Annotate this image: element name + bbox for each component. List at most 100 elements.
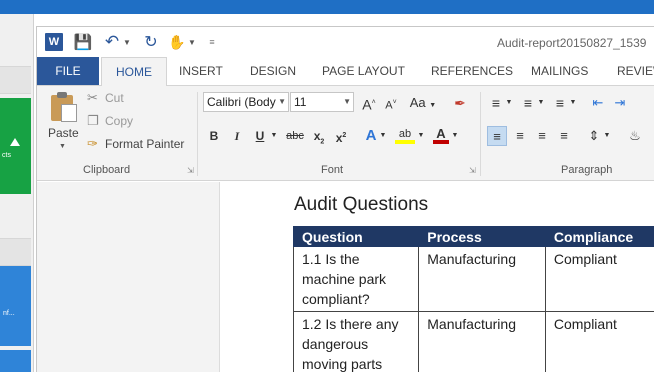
table-header-compliance[interactable]: Compliance xyxy=(544,226,654,247)
paste-icon[interactable] xyxy=(51,92,77,122)
chevron-down-icon: ▼ xyxy=(343,97,351,106)
bullets-dropdown-icon[interactable]: ▼ xyxy=(505,93,513,113)
bold-button[interactable]: B xyxy=(207,126,221,146)
line-spacing-icon[interactable]: ⇕ xyxy=(585,126,603,146)
tab-review[interactable]: REVIEW xyxy=(617,57,654,85)
underline-dropdown-icon[interactable]: ▼ xyxy=(269,126,279,146)
customize-qat-icon[interactable]: ≡ xyxy=(207,33,217,51)
table-row: 1.2 Is there any dangerous moving parts … xyxy=(292,311,654,372)
top-blue-strip xyxy=(0,0,654,14)
save-icon[interactable]: 💾 xyxy=(74,33,93,51)
underline-button[interactable]: U xyxy=(253,126,267,146)
numbering-dropdown-icon[interactable]: ▼ xyxy=(537,93,545,113)
italic-button[interactable]: I xyxy=(230,126,244,146)
tab-file[interactable]: FILE xyxy=(37,57,99,85)
cut-button[interactable]: ✂ Cut xyxy=(87,89,124,107)
touch-mode-icon[interactable]: ✋ xyxy=(168,33,185,51)
tab-insert[interactable]: INSERT xyxy=(179,57,223,85)
font-size-value: 11 xyxy=(294,95,307,109)
decrease-indent-icon[interactable]: ⇤ xyxy=(589,93,607,113)
background-blue-tile[interactable]: nf... xyxy=(0,266,31,346)
format-painter-button[interactable]: ✑ Format Painter xyxy=(87,135,184,153)
grow-font-button[interactable]: A˄ xyxy=(361,93,377,113)
highlight-dropdown-icon[interactable]: ▼ xyxy=(417,126,425,146)
tab-home[interactable]: HOME xyxy=(101,57,167,86)
paste-button[interactable]: Paste xyxy=(48,126,79,140)
align-left-icon[interactable]: ≡ xyxy=(487,126,507,146)
background-blue-tile-2[interactable] xyxy=(0,350,31,372)
table-cell-compliance[interactable]: Compliant xyxy=(544,311,654,372)
title-bar: W 💾 ↶ ▼ ↻ ✋ ▼ ≡ Audit-report20150827_153… xyxy=(37,27,654,57)
vertical-margin-area xyxy=(37,182,220,372)
change-case-button[interactable]: Aa ▼ xyxy=(409,93,437,113)
font-color-button[interactable]: A xyxy=(433,126,449,144)
blue-tile-label: nf... xyxy=(3,310,15,317)
line-spacing-dropdown-icon[interactable]: ▼ xyxy=(603,126,611,146)
text-effects-dropdown-icon[interactable]: ▼ xyxy=(379,126,387,146)
table-cell-question[interactable]: 1.2 Is there any dangerous moving parts xyxy=(292,311,420,372)
chevron-down-icon: ▼ xyxy=(278,97,286,106)
strikethrough-button[interactable]: abc xyxy=(285,126,305,146)
shading-icon[interactable]: ♨ xyxy=(625,126,645,146)
cut-label: Cut xyxy=(105,91,124,105)
justify-icon[interactable]: ≡ xyxy=(555,126,573,146)
touch-dropdown-icon[interactable]: ▼ xyxy=(188,33,196,51)
font-group-label: Font xyxy=(321,164,344,176)
table-cell-process[interactable]: Manufacturing xyxy=(418,246,546,312)
background-app-panel: cts nf... xyxy=(0,14,34,372)
font-name-select[interactable]: Calibri (Body ▼ xyxy=(203,92,289,112)
highlight-button[interactable]: ab xyxy=(395,126,415,144)
undo-icon[interactable]: ↶ xyxy=(103,32,121,51)
word-app-icon[interactable]: W xyxy=(45,33,63,51)
clear-formatting-icon[interactable]: ✒ xyxy=(451,93,469,113)
copy-button[interactable]: ❐ Copy xyxy=(87,112,133,130)
document-page[interactable]: Audit Questions Question Process Complia… xyxy=(221,182,654,372)
text-effects-button[interactable]: A xyxy=(363,126,379,146)
format-painter-label: Format Painter xyxy=(105,137,185,151)
background-grey-band xyxy=(0,66,31,94)
tab-mailings[interactable]: MAILINGS xyxy=(531,57,588,85)
font-launcher-icon[interactable]: ⇲ xyxy=(469,166,476,175)
tab-page-layout[interactable]: PAGE LAYOUT xyxy=(322,57,405,85)
align-right-icon[interactable]: ≡ xyxy=(533,126,551,146)
increase-indent-icon[interactable]: ⇥ xyxy=(611,93,629,113)
word-window: W 💾 ↶ ▼ ↻ ✋ ▼ ≡ Audit-report20150827_153… xyxy=(36,26,654,372)
paintbrush-icon: ✑ xyxy=(87,136,98,151)
copy-icon: ❐ xyxy=(87,113,99,128)
shrink-font-button[interactable]: A˅ xyxy=(383,93,399,113)
up-arrow-icon xyxy=(10,138,20,146)
align-center-icon[interactable]: ≡ xyxy=(511,126,529,146)
font-size-select[interactable]: 11 ▼ xyxy=(290,92,354,112)
subscript-button[interactable]: x2 xyxy=(311,126,327,146)
table-header-process[interactable]: Process xyxy=(418,226,546,247)
ribbon-tabs: FILE HOME INSERT DESIGN PAGE LAYOUT REFE… xyxy=(37,57,654,86)
font-color-dropdown-icon[interactable]: ▼ xyxy=(451,126,459,146)
redo-icon[interactable]: ↻ xyxy=(143,33,159,51)
copy-label: Copy xyxy=(105,114,134,128)
paste-dropdown-icon[interactable]: ▼ xyxy=(59,143,66,150)
tab-references[interactable]: REFERENCES xyxy=(431,57,513,85)
multilevel-list-icon[interactable]: ≡ xyxy=(551,93,569,113)
bullets-icon[interactable]: ≡ xyxy=(487,93,505,113)
numbering-icon[interactable]: ≡ xyxy=(519,93,537,113)
audit-table[interactable]: Question Process Compliance 1.1 Is the m… xyxy=(292,226,654,372)
paragraph-group-label: Paragraph xyxy=(561,164,613,176)
font-name-value: Calibri (Body xyxy=(207,95,276,109)
group-separator xyxy=(197,92,198,176)
table-row: 1.1 Is the machine park compliant? Manuf… xyxy=(292,246,654,312)
table-header-question[interactable]: Question xyxy=(292,226,420,247)
green-tile-label: cts xyxy=(2,152,11,159)
clipboard-launcher-icon[interactable]: ⇲ xyxy=(187,166,194,175)
background-grey-band-2 xyxy=(0,238,31,266)
table-cell-compliance[interactable]: Compliant xyxy=(544,246,654,312)
table-cell-process[interactable]: Manufacturing xyxy=(418,311,546,372)
document-title: Audit-report20150827_1539 xyxy=(497,36,647,50)
table-cell-question[interactable]: 1.1 Is the machine park compliant? xyxy=(292,246,420,312)
document-heading[interactable]: Audit Questions xyxy=(294,194,428,216)
background-green-tile[interactable]: cts xyxy=(0,98,31,194)
multilevel-dropdown-icon[interactable]: ▼ xyxy=(569,93,577,113)
tab-design[interactable]: DESIGN xyxy=(250,57,296,85)
superscript-button[interactable]: x2 xyxy=(333,126,349,146)
clipboard-group-label: Clipboard xyxy=(83,164,131,176)
undo-dropdown-icon[interactable]: ▼ xyxy=(123,33,131,51)
